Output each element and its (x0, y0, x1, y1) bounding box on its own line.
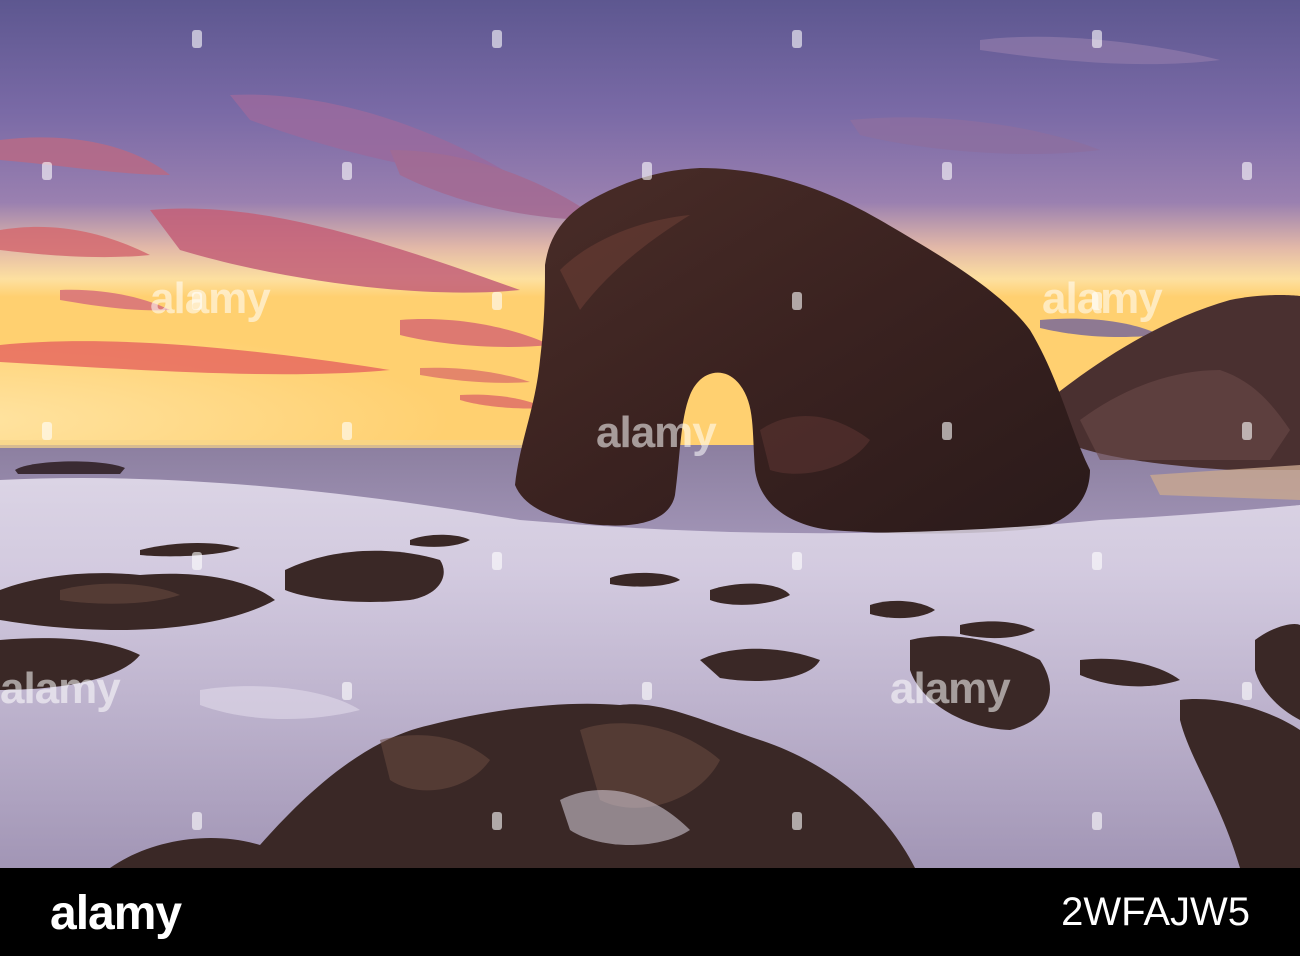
watermark-dot (642, 682, 652, 700)
footer-bar: alamy 2WFAJW5 (0, 868, 1300, 956)
photo-sea-arch-sunset: alamy alamy alamy alamy alamy (0, 0, 1300, 868)
watermark-dot (1092, 30, 1102, 48)
watermark-dot (792, 812, 802, 830)
watermark-dot (1092, 812, 1102, 830)
watermark-dot (342, 422, 352, 440)
watermark-dot (492, 812, 502, 830)
watermark-text: alamy (890, 664, 1011, 713)
watermark-dot (792, 30, 802, 48)
watermark-text: alamy (0, 664, 121, 713)
watermark-dot (492, 292, 502, 310)
watermark-dot (192, 30, 202, 48)
watermark-dot (192, 552, 202, 570)
watermark-dot (1242, 422, 1252, 440)
watermark-dot (492, 30, 502, 48)
watermark-dot (1242, 162, 1252, 180)
watermark-dot (42, 422, 52, 440)
watermark-text: alamy (150, 274, 271, 323)
watermark-dot (642, 162, 652, 180)
watermark-dot (42, 162, 52, 180)
watermark-dot (1092, 552, 1102, 570)
watermark-dot (792, 552, 802, 570)
watermark-dot (792, 292, 802, 310)
watermark-dot (342, 162, 352, 180)
watermark-text: alamy (596, 408, 717, 457)
watermark-dot (942, 422, 952, 440)
image-code: 2WFAJW5 (1061, 890, 1250, 934)
watermark-dot (1242, 682, 1252, 700)
alamy-logo: alamy (50, 887, 182, 940)
watermark-dot (192, 292, 202, 310)
watermark-dot (1092, 292, 1102, 310)
watermark-dot (342, 682, 352, 700)
watermark-dot (192, 812, 202, 830)
watermark-dot (492, 552, 502, 570)
watermark-dot (942, 162, 952, 180)
